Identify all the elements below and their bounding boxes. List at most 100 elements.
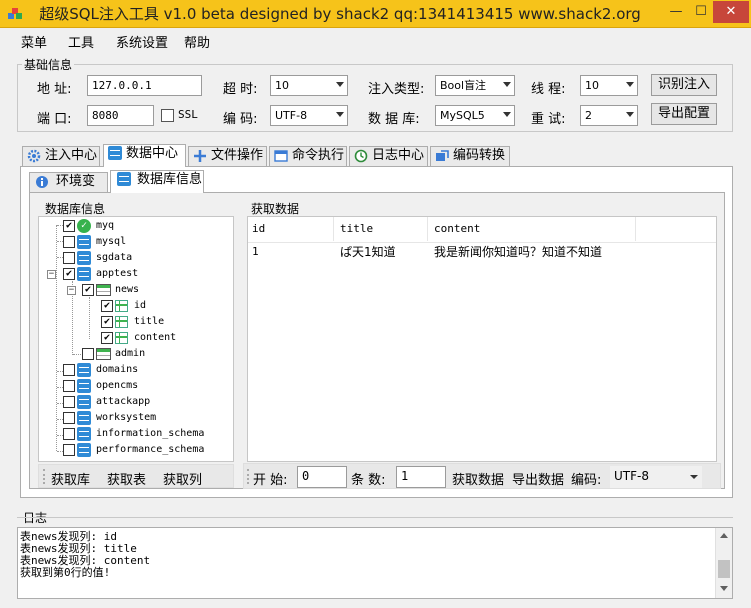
export-config-button[interactable]: 导出配置 — [651, 103, 717, 125]
menu-item-settings[interactable]: 系统设置 — [116, 32, 168, 51]
database-select[interactable]: MySQL5 — [435, 105, 515, 126]
tree-node-table-expanded[interactable]: − ✔ news — [39, 282, 229, 298]
tree-node-column[interactable]: ✔ content — [39, 330, 229, 346]
get-columns-button[interactable]: 获取列 — [163, 469, 202, 488]
db-tree[interactable]: ✔ ✓ myq mysql sgdata − ✔ apptest − ✔ new… — [38, 216, 234, 462]
log-textarea[interactable]: 表news发现列: id 表news发现列: title 表news发现列: c… — [17, 527, 733, 599]
tree-node-db[interactable]: domains — [39, 362, 229, 378]
menu-item-tools[interactable]: 工具 — [68, 32, 94, 51]
scroll-up-icon[interactable] — [720, 533, 728, 538]
tree-node-label: sgdata — [96, 252, 133, 263]
database-icon — [77, 363, 91, 377]
inject-type-select[interactable]: Bool盲注 — [435, 75, 515, 96]
tree-node-db[interactable]: opencms — [39, 378, 229, 394]
get-databases-button[interactable]: 获取库 — [51, 469, 90, 488]
fetch-encoding-select[interactable]: UTF-8 — [610, 466, 702, 488]
scroll-down-icon[interactable] — [720, 586, 728, 591]
grid-cell[interactable]: 1 — [248, 243, 334, 261]
tab-label: 编码转换 — [453, 148, 506, 163]
file-move-icon — [194, 150, 206, 162]
menu-item-menu[interactable]: 菜单 — [21, 32, 47, 51]
export-data-button[interactable]: 导出数据 — [512, 469, 564, 488]
retry-select[interactable]: 2 — [580, 105, 638, 126]
grid-cell[interactable]: ぱ天1知道 — [336, 243, 428, 261]
scroll-thumb[interactable] — [718, 560, 730, 578]
tree-node-label: mysql — [96, 236, 127, 247]
checkbox[interactable] — [63, 380, 75, 392]
checkbox[interactable] — [63, 444, 75, 456]
tab-label: 日志中心 — [372, 148, 425, 163]
collapse-icon[interactable]: − — [67, 286, 76, 295]
tree-node-root[interactable]: ✔ ✓ myq — [39, 218, 229, 234]
identify-injection-button[interactable]: 识别注入 — [651, 74, 717, 96]
checkbox[interactable] — [63, 364, 75, 376]
tab-label: 命令执行 — [292, 148, 345, 163]
table-icon — [96, 284, 111, 296]
checkbox-checked[interactable]: ✔ — [101, 300, 113, 312]
checkbox-checked[interactable]: ✔ — [63, 220, 75, 232]
encoding-label: 编 码: — [223, 112, 258, 127]
get-data-button[interactable]: 获取数据 — [452, 469, 504, 488]
checkbox[interactable] — [63, 396, 75, 408]
title-bar[interactable]: 超级SQL注入工具 v1.0 beta designed by shack2 q… — [0, 0, 751, 28]
connected-icon: ✓ — [77, 219, 91, 233]
checkbox[interactable] — [63, 412, 75, 424]
tree-node-column[interactable]: ✔ title — [39, 314, 229, 330]
close-button[interactable]: ✕ — [713, 1, 749, 23]
tree-node-db[interactable]: mysql — [39, 234, 229, 250]
tree-node-db[interactable]: worksystem — [39, 410, 229, 426]
tab-label: 文件操作 — [211, 148, 264, 163]
count-input[interactable]: 1 — [396, 466, 446, 488]
checkbox-checked[interactable]: ✔ — [63, 268, 75, 280]
chevron-down-icon — [503, 112, 511, 117]
checkbox[interactable] — [63, 236, 75, 248]
checkbox[interactable] — [63, 428, 75, 440]
tree-node-db[interactable]: attackapp — [39, 394, 229, 410]
ssl-checkbox[interactable] — [161, 109, 174, 122]
menu-item-help[interactable]: 帮助 — [184, 32, 210, 51]
tab-encode-convert[interactable]: 编码转换 — [430, 146, 510, 166]
checkbox[interactable] — [82, 348, 94, 360]
timeout-select[interactable]: 10 — [270, 75, 348, 96]
encoding-select[interactable]: UTF-8 — [270, 105, 348, 126]
address-input[interactable]: 127.0.0.1 — [87, 75, 202, 96]
fetch-data-legend: 获取数据 — [249, 200, 302, 217]
tree-node-db[interactable]: information_schema — [39, 426, 229, 442]
data-grid[interactable]: id title content 1 ぱ天1知道 我是新闻你知道吗？知道不知道 — [247, 216, 717, 462]
port-input[interactable]: 8080 — [87, 105, 154, 126]
tab-command-exec[interactable]: 命令执行 — [269, 146, 347, 166]
log-scrollbar[interactable] — [715, 528, 732, 598]
grid-header-id[interactable]: id — [248, 217, 334, 241]
tree-node-db[interactable]: performance_schema — [39, 442, 229, 458]
checkbox-checked[interactable]: ✔ — [82, 284, 94, 296]
convert-icon — [436, 150, 449, 161]
tab-data-center[interactable]: 数据中心 — [103, 144, 186, 167]
grid-header-title[interactable]: title — [336, 217, 428, 241]
tab-log-center[interactable]: 日志中心 — [349, 146, 428, 166]
tree-node-label: information_schema — [96, 428, 205, 439]
checkbox-checked[interactable]: ✔ — [101, 316, 113, 328]
tree-node-db[interactable]: sgdata — [39, 250, 229, 266]
start-input[interactable]: 0 — [297, 466, 347, 488]
subtab-db-info[interactable]: 数据库信息 — [110, 170, 204, 193]
column-icon — [115, 316, 128, 328]
minimize-button[interactable]: — — [663, 1, 689, 23]
tab-inject-center[interactable]: 注入中心 — [22, 146, 100, 166]
tree-node-db-expanded[interactable]: − ✔ apptest — [39, 266, 229, 282]
maximize-button[interactable]: ☐ — [689, 1, 713, 23]
tree-node-table[interactable]: admin — [39, 346, 229, 362]
get-tables-button[interactable]: 获取表 — [107, 469, 146, 488]
checkbox-checked[interactable]: ✔ — [101, 332, 113, 344]
subtab-env-vars[interactable]: 环境变量 — [29, 172, 108, 207]
tab-file-operations[interactable]: 文件操作 — [188, 146, 267, 166]
collapse-icon[interactable]: − — [47, 270, 56, 279]
tree-node-column[interactable]: ✔ id — [39, 298, 229, 314]
chevron-down-icon — [690, 475, 698, 479]
checkbox[interactable] — [63, 252, 75, 264]
grid-cell[interactable]: 我是新闻你知道吗？知道不知道 — [430, 243, 710, 261]
grid-header-content[interactable]: content — [430, 217, 636, 241]
threads-select[interactable]: 10 — [580, 75, 638, 96]
chevron-down-icon — [336, 82, 344, 87]
inject-type-label: 注入类型: — [368, 82, 425, 97]
tree-node-label: title — [134, 316, 165, 327]
